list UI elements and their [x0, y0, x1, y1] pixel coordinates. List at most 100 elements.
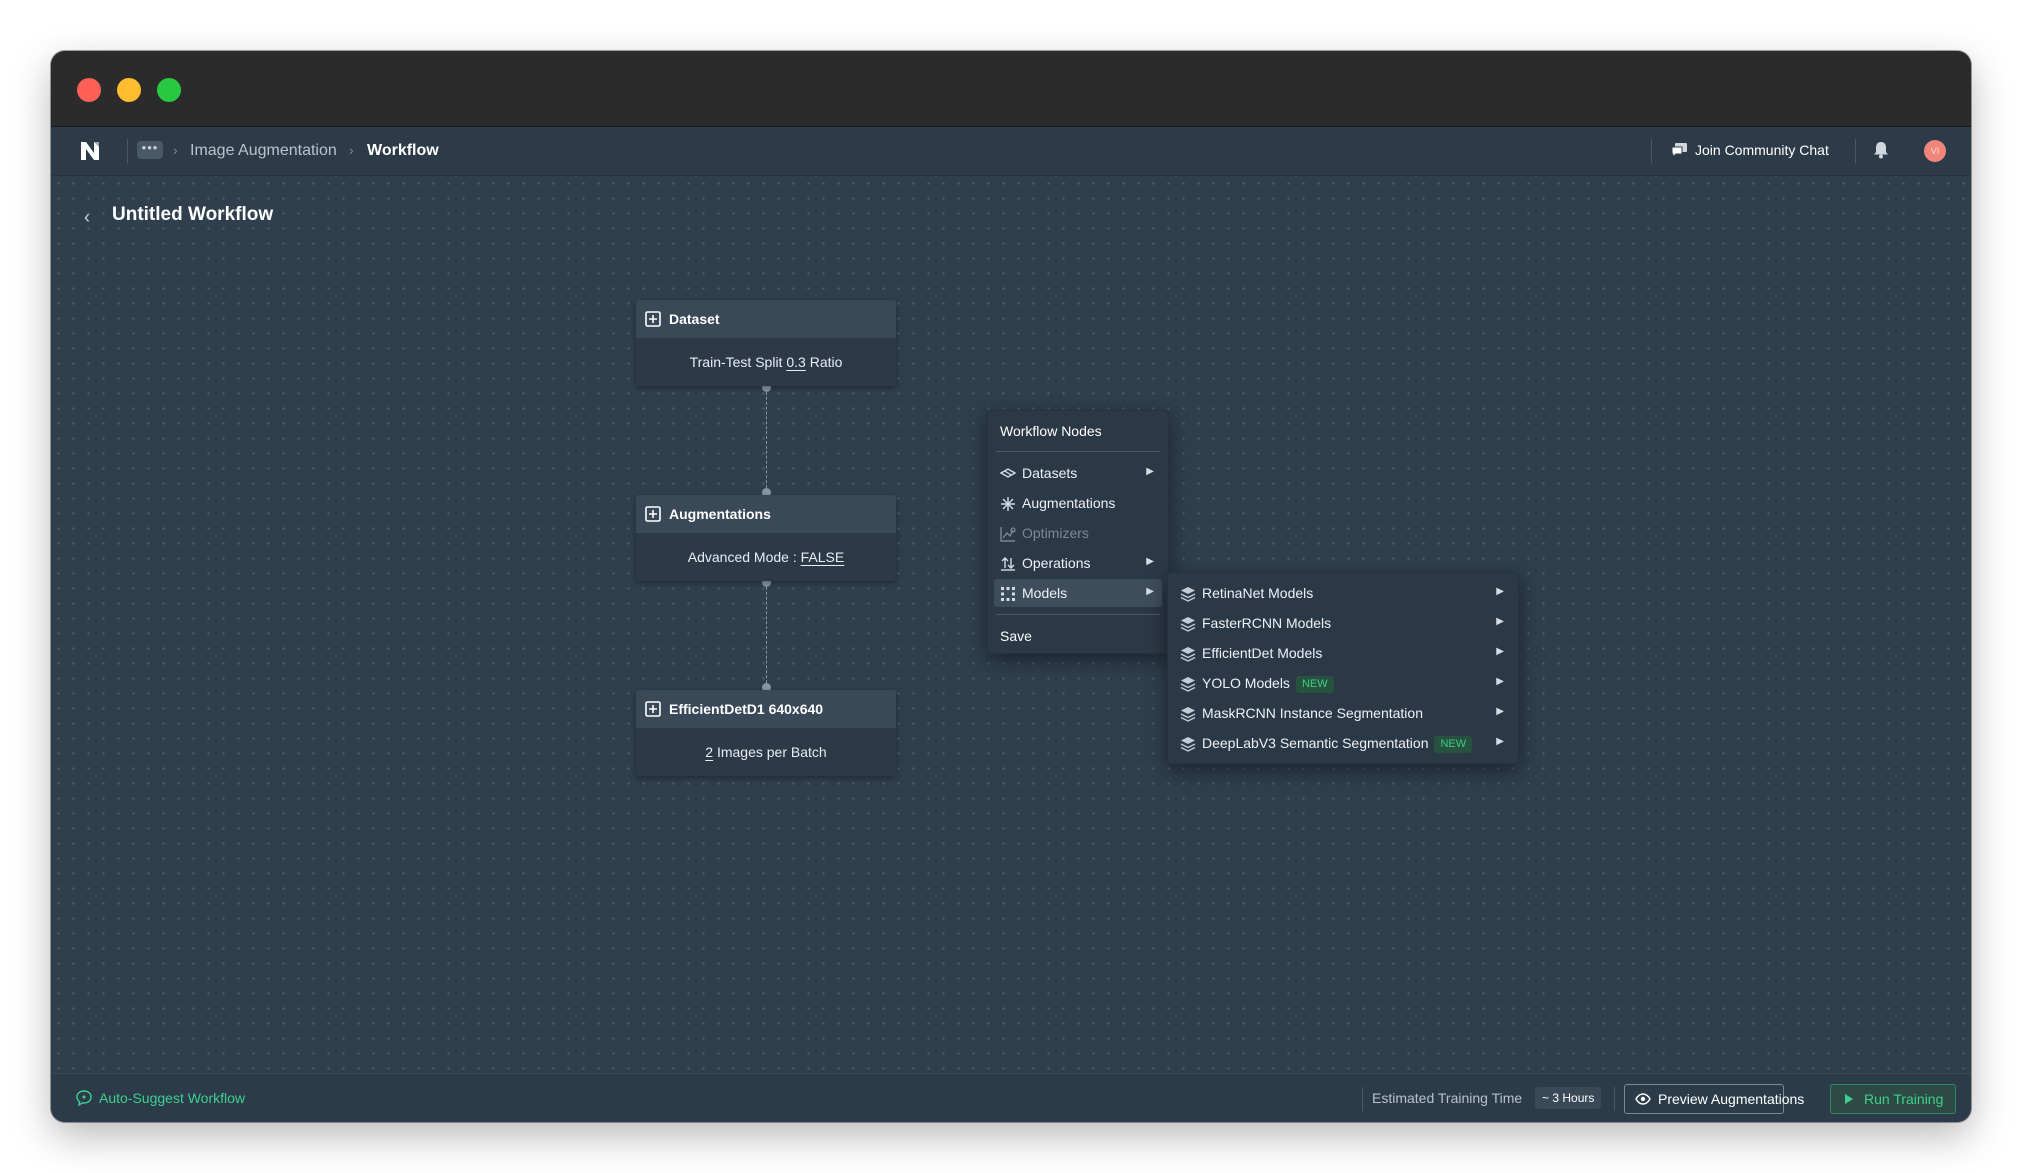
nav-divider	[1855, 139, 1856, 163]
layers-icon	[1180, 707, 1196, 722]
app-window: ••• › Image Augmentation › Workflow Join…	[51, 51, 1971, 1122]
menu-item-optimizers: Optimizers	[994, 519, 1162, 547]
submenu-arrow-icon: ▶	[1496, 706, 1504, 717]
play-icon	[1845, 1094, 1853, 1104]
submenu-item-deeplabv3[interactable]: DeepLabV3 Semantic Segmentation NEW ▶	[1174, 729, 1512, 757]
estimated-training-time-value: ~ 3 Hours	[1535, 1087, 1602, 1109]
layers-icon	[1180, 617, 1196, 632]
run-training-button[interactable]: Run Training	[1830, 1084, 1956, 1114]
node-body-suffix: Ratio	[805, 354, 843, 370]
layers-icon	[1180, 647, 1196, 662]
submenu-item-label-row: DeepLabV3 Semantic Segmentation NEW	[1202, 735, 1473, 753]
workflow-title[interactable]: Untitled Workflow	[112, 204, 273, 226]
node-connector	[766, 582, 767, 688]
menu-item-label: Augmentations	[1022, 495, 1116, 511]
submenu-item-efficientdet[interactable]: EfficientDet Models ▶	[1174, 639, 1512, 667]
workflow-node-dataset[interactable]: Dataset Train-Test Split 0.3 Ratio	[636, 300, 896, 386]
dataset-icon	[1000, 468, 1016, 478]
nav-divider	[127, 139, 128, 163]
node-title: Augmentations	[669, 506, 771, 522]
node-body: Train-Test Split 0.3 Ratio	[636, 338, 896, 386]
breadcrumb-more-button[interactable]: •••	[137, 141, 163, 159]
toolbar-divider	[1614, 1087, 1615, 1111]
preview-augmentations-button[interactable]: Preview Augmentations	[1624, 1084, 1804, 1114]
operations-icon	[1001, 557, 1015, 571]
breadcrumb-chevron-icon: ›	[349, 142, 354, 158]
user-avatar[interactable]: VI	[1924, 140, 1946, 162]
breadcrumb-image-augmentation[interactable]: Image Augmentation	[190, 142, 337, 160]
minimize-window-button[interactable]	[117, 78, 141, 102]
submenu-item-fasterrcnn[interactable]: FasterRCNN Models ▶	[1174, 609, 1512, 637]
auto-suggest-label: Auto-Suggest Workflow	[99, 1090, 246, 1106]
back-chevron-icon[interactable]: ‹	[84, 207, 90, 228]
breadcrumb-chevron-icon: ›	[173, 142, 178, 158]
run-training-label: Run Training	[1864, 1091, 1944, 1107]
submenu-item-maskrcnn[interactable]: MaskRCNN Instance Segmentation ▶	[1174, 699, 1512, 727]
layers-icon	[1180, 737, 1196, 752]
menu-divider	[996, 614, 1160, 615]
node-body: Advanced Mode : FALSE	[636, 533, 896, 581]
close-window-button[interactable]	[77, 78, 101, 102]
nav-divider	[1651, 139, 1652, 163]
chart-icon	[1000, 527, 1016, 542]
menu-item-datasets[interactable]: Datasets ▶	[994, 459, 1162, 487]
preview-augmentations-label: Preview Augmentations	[1658, 1091, 1805, 1107]
menu-item-save[interactable]: Save	[1000, 628, 1032, 644]
new-badge: NEW	[1434, 736, 1473, 753]
node-title: EfficientDetD1 640x640	[669, 701, 824, 717]
menu-item-label: Optimizers	[1022, 525, 1089, 541]
community-label: Join Community Chat	[1695, 142, 1829, 158]
bottom-toolbar: Auto-Suggest Workflow Estimated Training…	[51, 1073, 1971, 1122]
submenu-item-label-row: YOLO Models NEW	[1202, 675, 1334, 693]
add-box-icon	[645, 701, 661, 717]
layers-icon	[1180, 677, 1196, 692]
breadcrumb-workflow[interactable]: Workflow	[367, 142, 439, 160]
submenu-arrow-icon: ▶	[1146, 586, 1154, 597]
submenu-arrow-icon: ▶	[1496, 676, 1504, 687]
eye-icon	[1635, 1093, 1651, 1105]
node-header: Augmentations	[636, 495, 896, 533]
submenu-arrow-icon: ▶	[1146, 556, 1154, 567]
workflow-nodes-menu: Workflow Nodes Datasets ▶ Augmentations	[987, 410, 1169, 654]
submenu-arrow-icon: ▶	[1496, 586, 1504, 597]
submenu-arrow-icon: ▶	[1496, 616, 1504, 627]
add-box-icon	[645, 506, 661, 522]
node-connector	[766, 387, 767, 493]
add-box-icon	[645, 311, 661, 327]
top-navigation: ••• › Image Augmentation › Workflow Join…	[51, 127, 1971, 176]
notification-bell-icon[interactable]	[1873, 141, 1889, 159]
menu-item-label: Models	[1022, 585, 1068, 601]
workflow-node-model[interactable]: EfficientDetD1 640x640 2 Images per Batc…	[636, 690, 896, 776]
node-body: 2 Images per Batch	[636, 728, 896, 776]
chat-icon	[1671, 143, 1687, 158]
submenu-arrow-icon: ▶	[1496, 646, 1504, 657]
menu-item-label: Operations	[1022, 555, 1091, 571]
node-header: Dataset	[636, 300, 896, 338]
node-title: Dataset	[669, 311, 720, 327]
submenu-item-label: FasterRCNN Models	[1202, 615, 1332, 631]
app-logo-icon[interactable]	[79, 140, 101, 162]
estimated-training-time-label: Estimated Training Time	[1372, 1090, 1523, 1106]
menu-item-label: Datasets	[1022, 465, 1078, 481]
menu-item-augmentations[interactable]: Augmentations	[994, 489, 1162, 517]
maximize-window-button[interactable]	[157, 78, 181, 102]
workflow-node-augmentations[interactable]: Augmentations Advanced Mode : FALSE	[636, 495, 896, 581]
node-body-prefix: Advanced Mode :	[687, 549, 801, 565]
menu-header: Workflow Nodes	[1000, 423, 1102, 439]
advanced-mode-value[interactable]: FALSE	[801, 549, 845, 565]
submenu-item-retinanet[interactable]: RetinaNet Models ▶	[1174, 579, 1512, 607]
submenu-item-label: DeepLabV3 Semantic Segmentation	[1202, 735, 1429, 751]
menu-item-operations[interactable]: Operations ▶	[994, 549, 1162, 577]
submenu-item-label: RetinaNet Models	[1202, 585, 1314, 601]
workflow-canvas[interactable]: ‹ Untitled Workflow Dataset Train-Test S…	[51, 176, 1971, 1073]
batch-size-value[interactable]: 2	[705, 744, 713, 760]
submenu-arrow-icon: ▶	[1496, 736, 1504, 747]
models-submenu: RetinaNet Models ▶ FasterRCNN Models ▶ E…	[1167, 572, 1519, 764]
layers-icon	[1180, 587, 1196, 602]
menu-item-models[interactable]: Models ▶	[994, 579, 1162, 607]
grid-icon	[1001, 587, 1015, 601]
new-badge: NEW	[1295, 676, 1334, 693]
node-body-suffix: Images per Batch	[713, 744, 827, 760]
split-ratio-value[interactable]: 0.3	[786, 354, 805, 370]
submenu-item-yolo[interactable]: YOLO Models NEW ▶	[1174, 669, 1512, 697]
